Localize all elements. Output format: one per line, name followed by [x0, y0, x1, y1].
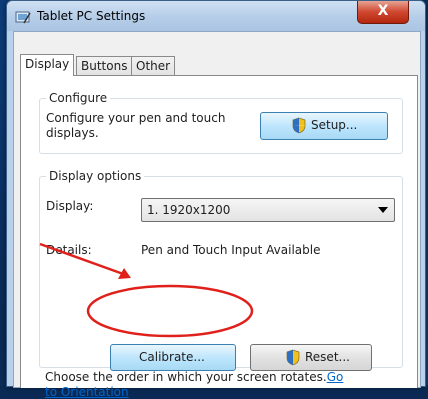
uac-shield-icon: [292, 117, 306, 134]
calibrate-button[interactable]: Calibrate...: [110, 344, 236, 371]
orientation-text: Choose the order in which your screen ro…: [45, 370, 343, 384]
configure-description-line2: displays.: [46, 126, 99, 140]
tab-other[interactable]: Other: [131, 56, 176, 75]
dialog-client-area: Display Buttons Other Configure Configur…: [13, 31, 421, 399]
tab-buttons[interactable]: Buttons: [76, 56, 133, 75]
setup-button-label: Setup...: [311, 118, 358, 132]
calibrate-button-label: Calibrate...: [139, 350, 205, 364]
tablet-pc-icon: [15, 11, 31, 24]
close-button[interactable]: X: [357, 1, 409, 24]
go-to-orientation-link-part1[interactable]: Go: [327, 370, 344, 384]
configure-group-title: Configure: [46, 91, 111, 105]
display-label: Display:: [46, 199, 94, 213]
reset-button[interactable]: Reset...: [250, 344, 372, 371]
chevron-down-icon: [378, 207, 388, 213]
display-tab-panel: Configure Configure your pen and touch d…: [20, 75, 418, 399]
go-to-orientation-link-part2[interactable]: to Orientation: [45, 385, 129, 399]
configure-group: Configure Configure your pen and touch d…: [39, 91, 403, 154]
window-title: Tablet PC Settings: [37, 9, 146, 23]
orientation-description: Choose the order in which your screen ro…: [45, 370, 327, 384]
configure-description-line1: Configure your pen and touch: [46, 111, 226, 125]
details-value: Pen and Touch Input Available: [141, 243, 321, 257]
tablet-pc-settings-window: Tablet PC Settings X Display Buttons Oth…: [6, 0, 426, 399]
title-bar[interactable]: Tablet PC Settings X: [7, 1, 425, 31]
details-label: Details:: [46, 243, 92, 257]
tab-display[interactable]: Display: [20, 54, 75, 76]
display-select-value: 1. 1920x1200: [147, 203, 231, 217]
reset-button-label: Reset...: [305, 350, 350, 364]
display-options-group: Display options Display: 1. 1920x1200 De…: [39, 169, 403, 371]
display-select[interactable]: 1. 1920x1200: [141, 198, 395, 222]
uac-shield-icon: [286, 349, 300, 366]
setup-button[interactable]: Setup...: [260, 112, 388, 140]
display-options-group-title: Display options: [46, 169, 145, 183]
